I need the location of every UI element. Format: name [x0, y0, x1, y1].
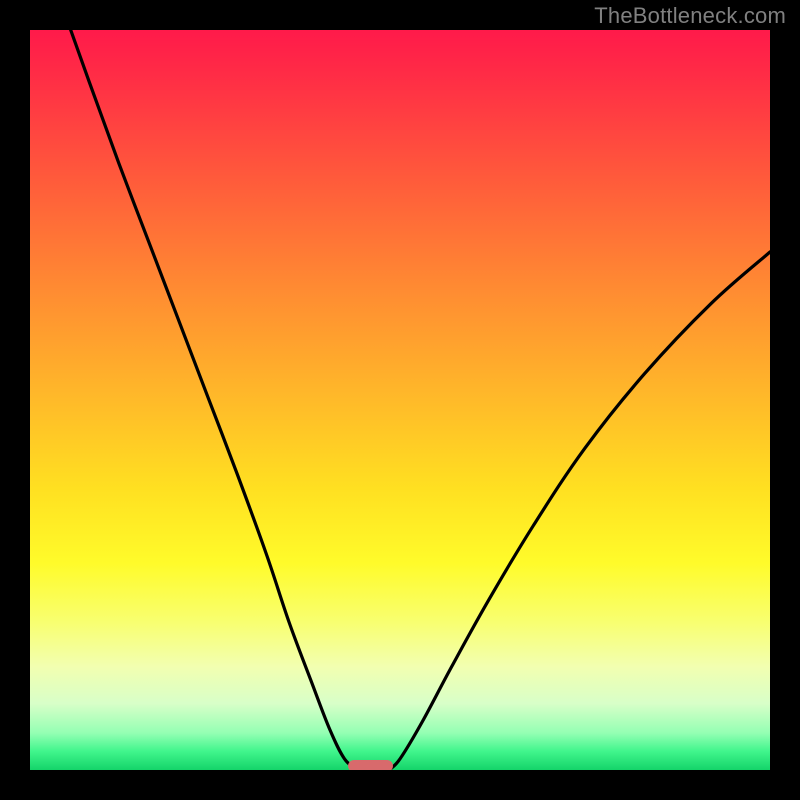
- chart-frame: [0, 0, 800, 800]
- plot-area: [30, 30, 770, 770]
- curve-layer: [30, 30, 770, 770]
- frame-border-bottom: [0, 770, 800, 800]
- bottleneck-marker: [348, 760, 392, 770]
- watermark-text: TheBottleneck.com: [594, 3, 786, 29]
- left-curve: [71, 30, 358, 770]
- frame-border-right: [770, 0, 800, 800]
- right-curve: [389, 252, 770, 770]
- frame-border-left: [0, 0, 30, 800]
